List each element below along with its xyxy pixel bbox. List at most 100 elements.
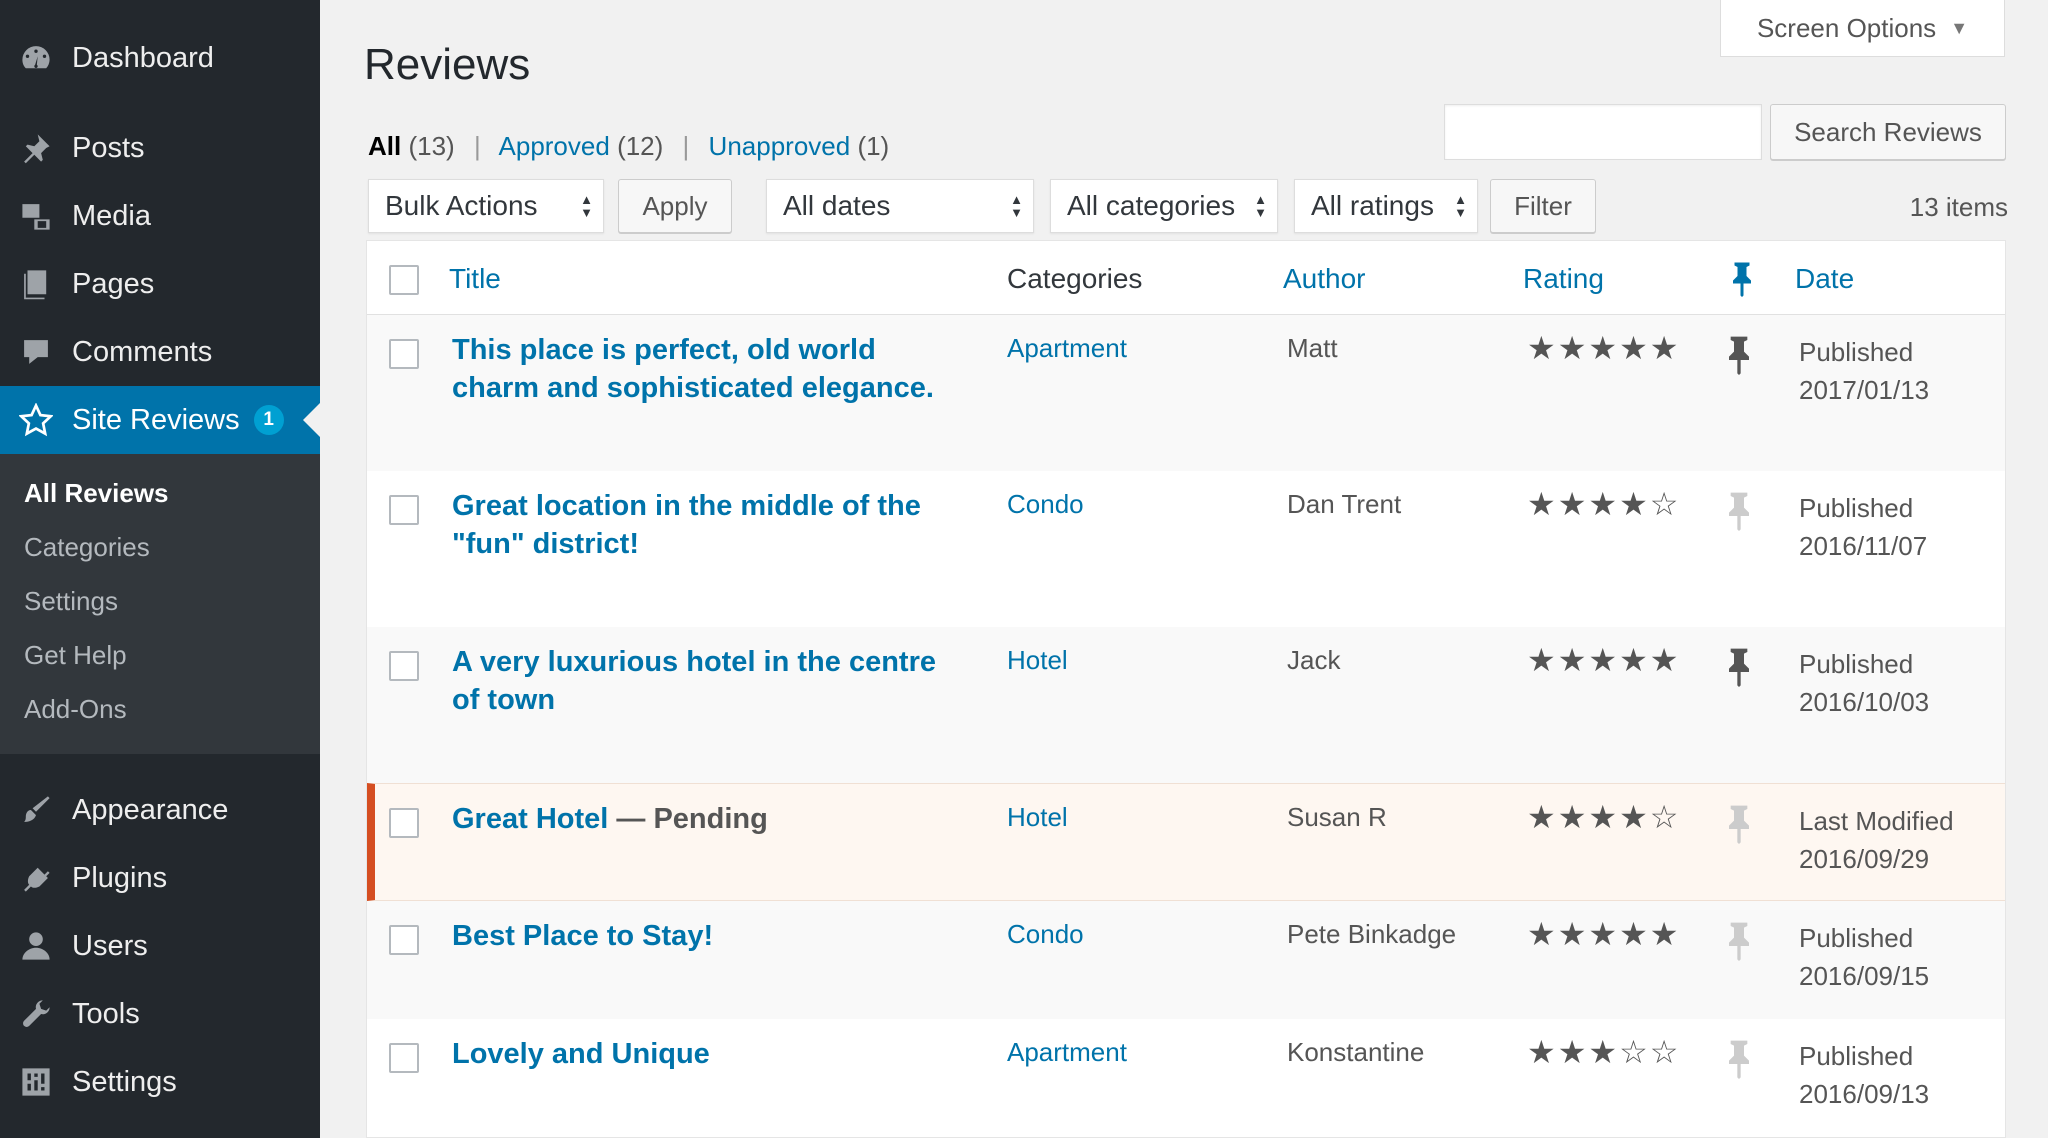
pin-icon[interactable] xyxy=(1727,491,1755,531)
review-title-link[interactable]: A very luxurious hotel in the centre of … xyxy=(452,643,972,719)
table-row: Great location in the middle of the "fun… xyxy=(367,471,2005,627)
date-value: 2016/09/15 xyxy=(1799,961,1930,991)
menu-item-settings[interactable]: Settings xyxy=(0,1048,320,1116)
settings-icon xyxy=(18,1064,54,1100)
pending-count-badge: 1 xyxy=(253,405,284,435)
review-title-link[interactable]: Best Place to Stay! xyxy=(452,917,972,955)
submenu-all-reviews[interactable]: All Reviews xyxy=(24,478,169,509)
title-line: This place is perfect, old world xyxy=(452,334,876,366)
status-filter-links: All (13) | Approved (12) | Unapproved (1… xyxy=(368,131,889,162)
column-categories-header: Categories xyxy=(1007,263,1143,294)
menu-label: Tools xyxy=(72,997,140,1030)
separator: | xyxy=(682,131,690,161)
menu-label: Site Reviews xyxy=(72,403,240,436)
column-rating-header[interactable]: Rating xyxy=(1523,263,1604,295)
filter-all-link[interactable]: All xyxy=(368,131,401,161)
categories-select[interactable]: All categories ▲ ▼ xyxy=(1050,179,1278,233)
menu-item-comments[interactable]: Comments xyxy=(0,318,320,386)
filter-unapproved-link[interactable]: Unapproved xyxy=(709,131,851,161)
date-value: 2017/01/13 xyxy=(1799,375,1930,405)
author-name: Pete Binkadge xyxy=(1287,919,1457,949)
category-link[interactable]: Apartment xyxy=(1007,333,1127,364)
row-checkbox[interactable] xyxy=(389,1043,419,1073)
author-name: Dan Trent xyxy=(1287,489,1402,519)
review-title-link[interactable]: This place is perfect, old world charm a… xyxy=(452,331,972,407)
review-title-link[interactable]: Lovely and Unique xyxy=(452,1035,972,1073)
category-link[interactable]: Condo xyxy=(1007,919,1084,950)
table-row: Lovely and Unique Apartment Konstantine … xyxy=(367,1019,2005,1137)
pin-icon[interactable] xyxy=(1727,1039,1755,1079)
paintbrush-icon xyxy=(18,792,54,828)
row-checkbox[interactable] xyxy=(389,495,419,525)
menu-label: Media xyxy=(72,199,151,232)
bulk-actions-select[interactable]: Bulk Actions ▲ ▼ xyxy=(368,179,604,233)
submenu-categories[interactable]: Categories xyxy=(24,532,150,563)
wrench-icon xyxy=(18,996,54,1032)
dashboard-icon xyxy=(18,40,54,76)
table-row: This place is perfect, old world charm a… xyxy=(367,315,2005,471)
screen-options-label: Screen Options xyxy=(1756,12,1937,43)
row-checkbox[interactable] xyxy=(389,339,419,369)
star-rating: ★★★★★ xyxy=(1527,330,1681,366)
star-rating: ★★★☆☆ xyxy=(1527,1034,1681,1070)
screen-options-button[interactable]: Screen Options ▼ xyxy=(1720,0,2005,57)
menu-label: Posts xyxy=(72,131,145,164)
menu-item-appearance[interactable]: Appearance xyxy=(0,776,320,844)
menu-item-posts[interactable]: Posts xyxy=(0,114,320,182)
submenu-settings[interactable]: Settings xyxy=(24,586,118,617)
category-link[interactable]: Apartment xyxy=(1007,1037,1127,1068)
pin-icon[interactable] xyxy=(1727,921,1755,961)
review-date: Published 2017/01/13 xyxy=(1799,333,1929,409)
column-pinned-header-pin-icon[interactable] xyxy=(1731,261,1753,304)
column-title-header[interactable]: Title xyxy=(449,263,501,295)
menu-item-tools[interactable]: Tools xyxy=(0,980,320,1048)
dates-select[interactable]: All dates ▲ ▼ xyxy=(766,179,1034,233)
menu-item-dashboard[interactable]: Dashboard xyxy=(0,24,320,92)
date-status: Published xyxy=(1799,923,1914,953)
menu-item-pages[interactable]: Pages xyxy=(0,250,320,318)
menu-item-plugins[interactable]: Plugins xyxy=(0,844,320,912)
menu-label: Pages xyxy=(72,267,155,300)
category-link[interactable]: Hotel xyxy=(1007,645,1068,676)
date-status: Published xyxy=(1799,337,1914,367)
row-checkbox[interactable] xyxy=(389,808,419,838)
category-link[interactable]: Condo xyxy=(1007,489,1084,520)
star-rating: ★★★★★ xyxy=(1527,916,1681,952)
ratings-value: All ratings xyxy=(1311,190,1434,221)
pin-icon[interactable] xyxy=(1727,804,1755,844)
menu-item-site-reviews[interactable]: Site Reviews 1 xyxy=(0,386,320,454)
pin-icon[interactable] xyxy=(1727,647,1755,687)
column-date-header[interactable]: Date xyxy=(1795,263,1854,295)
star-rating: ★★★★★ xyxy=(1527,642,1681,678)
select-arrows-icon: ▲ ▼ xyxy=(1454,192,1467,220)
category-link[interactable]: Hotel xyxy=(1007,802,1068,833)
date-value: 2016/10/03 xyxy=(1799,687,1930,717)
menu-item-users[interactable]: Users xyxy=(0,912,320,980)
title-line: Best Place to Stay! xyxy=(452,920,714,952)
review-title-link[interactable]: Great Hotel — Pending xyxy=(452,800,972,838)
date-value: 2016/09/13 xyxy=(1799,1079,1930,1109)
ratings-select[interactable]: All ratings ▲ ▼ xyxy=(1294,179,1478,233)
filter-button[interactable]: Filter xyxy=(1490,179,1596,233)
filter-approved-link[interactable]: Approved xyxy=(499,131,610,161)
row-checkbox[interactable] xyxy=(389,651,419,681)
date-status: Published xyxy=(1799,493,1914,523)
submenu-add-ons[interactable]: Add-Ons xyxy=(24,694,127,725)
row-checkbox[interactable] xyxy=(389,925,419,955)
comment-icon xyxy=(18,334,54,370)
pin-icon[interactable] xyxy=(1727,335,1755,375)
star-rating: ★★★★☆ xyxy=(1527,486,1681,522)
submenu-get-help[interactable]: Get Help xyxy=(24,640,127,671)
review-title-link[interactable]: Great location in the middle of the "fun… xyxy=(452,487,972,563)
apply-button[interactable]: Apply xyxy=(618,179,732,233)
table-row: A very luxurious hotel in the centre of … xyxy=(367,627,2005,783)
search-reviews-button[interactable]: Search Reviews xyxy=(1770,104,2006,160)
search-reviews-input[interactable] xyxy=(1444,104,1762,160)
menu-item-media[interactable]: Media xyxy=(0,182,320,250)
column-author-header[interactable]: Author xyxy=(1283,263,1366,295)
date-status: Last Modified xyxy=(1799,806,1954,836)
select-all-checkbox[interactable] xyxy=(389,265,419,295)
title-line: of town xyxy=(452,684,556,716)
review-date: Last Modified 2016/09/29 xyxy=(1799,802,1954,878)
title-line: Great Hotel xyxy=(452,803,609,835)
